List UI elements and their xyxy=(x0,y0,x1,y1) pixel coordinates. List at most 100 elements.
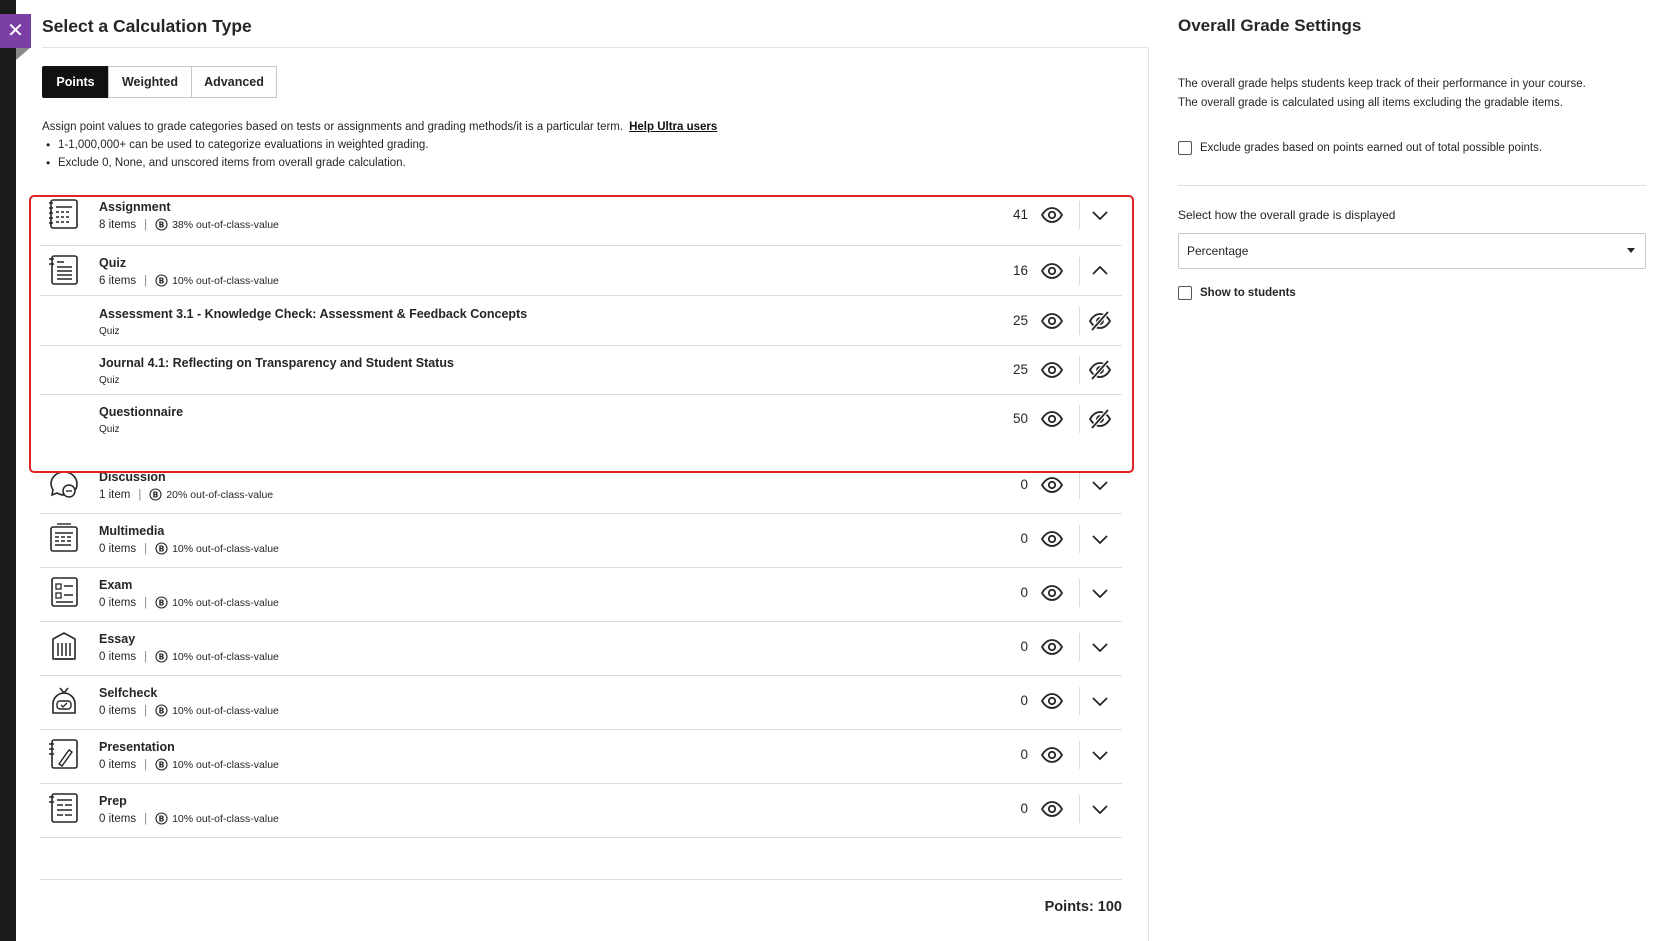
chevron-down-icon[interactable] xyxy=(1088,581,1112,605)
quiz-item-type: Quiz xyxy=(99,326,120,337)
tab-weighted[interactable]: Weighted xyxy=(108,66,192,98)
row-divider xyxy=(1079,307,1080,335)
points-total: Points: 100 xyxy=(1044,899,1122,915)
category-meta: 0 items | B 10% out-of-class-value xyxy=(99,650,279,663)
category-points: 0 xyxy=(1020,801,1028,816)
category-item-count: 8 items xyxy=(99,218,137,231)
category-row[interactable]: Selfcheck 0 items | B 10% out-of-class-value… xyxy=(40,676,1122,730)
eye-icon[interactable] xyxy=(1040,797,1064,821)
exclude-grades-label: Exclude grades based on points earned ou… xyxy=(1200,142,1543,154)
quiz-item-row[interactable]: Assessment 3.1 - Knowledge Check: Assess… xyxy=(40,297,1122,346)
category-name: Quiz xyxy=(99,256,127,270)
category-points: 0 xyxy=(1020,747,1028,762)
svg-text:B: B xyxy=(159,220,165,229)
category-value: 10% out-of-class-value xyxy=(172,596,279,609)
category-row[interactable]: Prep 0 items | B 10% out-of-class-value 0 xyxy=(40,784,1122,838)
title-divider xyxy=(42,47,1148,48)
category-item-count: 0 items xyxy=(99,704,137,717)
eye-icon[interactable] xyxy=(1040,635,1064,659)
category-item-count: 0 items xyxy=(99,650,137,663)
quiz-item-row[interactable]: Questionnaire Quiz 50 xyxy=(40,395,1122,443)
show-to-students-checkbox[interactable] xyxy=(1178,286,1192,300)
category-name: Multimedia xyxy=(99,524,165,538)
guidance-list: 1-1,000,000+ can be used to categorize e… xyxy=(44,138,429,175)
tab-points[interactable]: Points xyxy=(42,66,109,98)
panel-divider xyxy=(1148,47,1149,941)
category-value: 38% out-of-class-value xyxy=(172,218,279,231)
chevron-down-icon[interactable] xyxy=(1088,203,1112,227)
show-to-students-option[interactable]: Show to students xyxy=(1178,286,1296,300)
essay-icon xyxy=(52,632,76,660)
category-row[interactable]: Presentation 0 items | B 10% out-of-class-va… xyxy=(40,730,1122,784)
category-row[interactable]: Essay 0 items | B 10% out-of-class-value 0 xyxy=(40,622,1122,676)
exclude-grades-option[interactable]: Exclude grades based on points earned ou… xyxy=(1178,141,1542,155)
close-button[interactable]: ✕ xyxy=(0,14,31,48)
quiz-item-row[interactable]: Journal 4.1: Reflecting on Transparency … xyxy=(40,346,1122,395)
eye-off-icon[interactable] xyxy=(1088,358,1112,382)
exclude-grades-checkbox[interactable] xyxy=(1178,141,1192,155)
meta-separator: | xyxy=(144,704,148,717)
show-to-students-label: Show to students xyxy=(1200,287,1296,299)
category-name: Presentation xyxy=(99,740,175,754)
eye-off-icon[interactable] xyxy=(1088,309,1112,333)
eye-icon[interactable] xyxy=(1040,259,1064,283)
row-divider xyxy=(1079,525,1080,553)
display-select[interactable]: Percentage xyxy=(1178,233,1646,269)
eye-icon[interactable] xyxy=(1040,743,1064,767)
category-item-count: 0 items xyxy=(99,812,137,825)
close-icon: ✕ xyxy=(7,20,24,42)
overall-grade-settings: Overall Grade Settings The overall grade… xyxy=(1176,0,1646,941)
value-badge-icon: B xyxy=(155,704,168,717)
help-ultra-users-link[interactable]: Help Ultra users xyxy=(629,121,717,133)
quiz-item-name: Journal 4.1: Reflecting on Transparency … xyxy=(99,356,454,370)
eye-icon[interactable] xyxy=(1040,358,1064,382)
category-row[interactable]: Multimedia 0 items | B 10% out-of-class-valu… xyxy=(40,514,1122,568)
svg-text:B: B xyxy=(153,490,159,499)
chevron-up-icon[interactable] xyxy=(1088,259,1112,283)
category-points: 0 xyxy=(1020,693,1028,708)
category-item-count: 0 items xyxy=(99,758,137,771)
svg-text:B: B xyxy=(159,706,165,715)
category-row[interactable]: Assignment 8 items | B 38% out-of-class-valu… xyxy=(40,190,1122,246)
meta-separator: | xyxy=(144,650,148,663)
display-select-value: Percentage xyxy=(1187,244,1249,258)
category-value: 10% out-of-class-value xyxy=(172,650,279,663)
eye-icon[interactable] xyxy=(1040,203,1064,227)
meta-separator: | xyxy=(144,758,148,771)
eye-icon[interactable] xyxy=(1040,309,1064,333)
category-points: 16 xyxy=(1012,263,1028,278)
eye-icon[interactable] xyxy=(1040,689,1064,713)
category-meta: 1 item | B 20% out-of-class-value xyxy=(99,488,273,501)
eye-icon[interactable] xyxy=(1040,527,1064,551)
meta-separator: | xyxy=(144,812,148,825)
eye-icon[interactable] xyxy=(1040,581,1064,605)
chevron-down-icon[interactable] xyxy=(1088,473,1112,497)
chevron-down-icon[interactable] xyxy=(1088,635,1112,659)
left-rail xyxy=(0,0,16,941)
eye-off-icon[interactable] xyxy=(1088,407,1112,431)
row-divider xyxy=(1079,257,1080,285)
calculation-tabs: Points Weighted Advanced xyxy=(42,66,277,98)
eye-icon[interactable] xyxy=(1040,407,1064,431)
category-points: 0 xyxy=(1020,477,1028,492)
tab-advanced[interactable]: Advanced xyxy=(191,66,277,98)
category-row[interactable]: Quiz 6 items | B 10% out-of-class-value 16 xyxy=(40,246,1122,296)
category-row[interactable]: Discussion 1 item | B 20% out-of-class-value… xyxy=(40,460,1122,514)
chevron-down-icon[interactable] xyxy=(1088,689,1112,713)
category-meta: 6 items | B 10% out-of-class-value xyxy=(99,274,279,287)
category-row[interactable]: Exam 0 items | B 10% out-of-class-value 0 xyxy=(40,568,1122,622)
chevron-down-icon[interactable] xyxy=(1088,743,1112,767)
eye-icon[interactable] xyxy=(1040,473,1064,497)
chevron-down-icon[interactable] xyxy=(1088,527,1112,551)
category-name: Prep xyxy=(99,794,127,808)
chevron-down-icon[interactable] xyxy=(1088,797,1112,821)
value-badge-icon: B xyxy=(155,218,168,231)
value-badge-icon: B xyxy=(149,488,162,501)
row-divider xyxy=(1079,741,1080,769)
row-divider xyxy=(1079,579,1080,607)
quiz-item-points: 25 xyxy=(1012,362,1028,377)
category-meta: 0 items | B 10% out-of-class-value xyxy=(99,812,279,825)
quiz-item-type: Quiz xyxy=(99,375,120,386)
category-name: Selfcheck xyxy=(99,686,158,700)
category-value: 10% out-of-class-value xyxy=(172,542,279,555)
